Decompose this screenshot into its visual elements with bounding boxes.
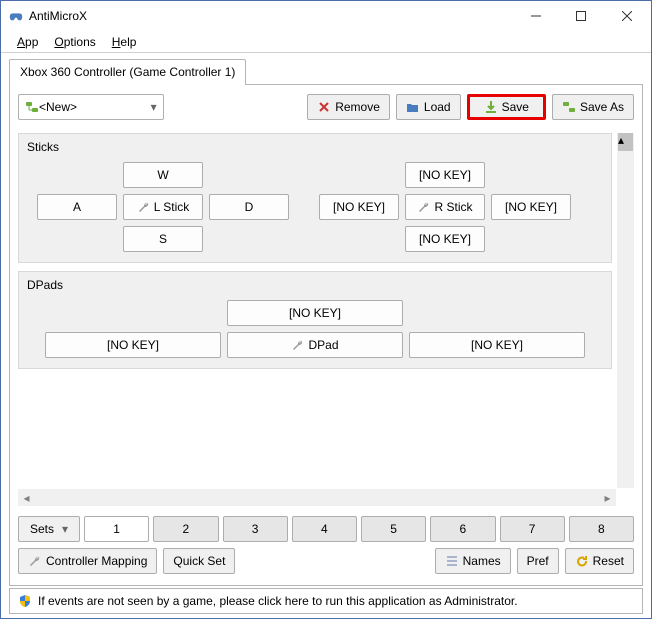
- tab-controller[interactable]: Xbox 360 Controller (Game Controller 1): [9, 59, 246, 85]
- save-icon: [484, 100, 498, 114]
- control-row: Controller Mapping Quick Set Names Pref …: [18, 548, 634, 574]
- minimize-button[interactable]: [513, 1, 558, 31]
- content-area: Xbox 360 Controller (Game Controller 1) …: [1, 53, 651, 618]
- vertical-scrollbar[interactable]: ▴: [617, 133, 634, 488]
- profile-icon: [25, 100, 39, 114]
- chevron-down-icon: ▾: [62, 522, 68, 536]
- right-stick: [NO KEY] [NO KEY] R Stick [NO KEY] [NO K…: [319, 162, 571, 252]
- set-4[interactable]: 4: [292, 516, 357, 542]
- set-3[interactable]: 3: [223, 516, 288, 542]
- remove-icon: [317, 100, 331, 114]
- dpads-title: DPads: [27, 278, 603, 292]
- menu-options[interactable]: Options: [46, 33, 103, 51]
- remove-button[interactable]: Remove: [307, 94, 390, 120]
- set-2[interactable]: 2: [153, 516, 218, 542]
- status-bar[interactable]: If events are not seen by a game, please…: [9, 588, 643, 614]
- chevron-down-icon: ▾: [151, 100, 157, 114]
- reset-icon: [575, 554, 589, 568]
- bottom-controls: Sets▾ 1 2 3 4 5 6 7 8 Controller Mapping…: [18, 506, 634, 580]
- tab-body: <New> ▾ Remove Load Save Save As Sticks: [9, 84, 643, 586]
- wrench-icon: [137, 200, 151, 214]
- dpad-right[interactable]: [NO KEY]: [409, 332, 585, 358]
- profile-selected: <New>: [39, 100, 151, 114]
- profile-row: <New> ▾ Remove Load Save Save As: [18, 92, 634, 122]
- sets-row: Sets▾ 1 2 3 4 5 6 7 8: [18, 516, 634, 542]
- load-button[interactable]: Load: [396, 94, 461, 120]
- maximize-button[interactable]: [558, 1, 603, 31]
- status-text: If events are not seen by a game, please…: [38, 594, 518, 608]
- left-stick: W A L Stick D S: [27, 162, 289, 252]
- scrollbar-thumb-icon: ▴: [618, 133, 633, 151]
- dpad-left[interactable]: [NO KEY]: [45, 332, 221, 358]
- menu-app[interactable]: App: [9, 33, 46, 51]
- wrench-icon: [28, 554, 42, 568]
- tabbar: Xbox 360 Controller (Game Controller 1): [9, 59, 643, 85]
- folder-open-icon: [406, 100, 420, 114]
- sticks-group: Sticks W A L Stick D S: [18, 133, 612, 263]
- lstick-left[interactable]: A: [37, 194, 117, 220]
- mapping-scrollpane: Sticks W A L Stick D S: [18, 133, 634, 506]
- window-controls: [513, 1, 651, 31]
- save-as-button[interactable]: Save As: [552, 94, 634, 120]
- set-7[interactable]: 7: [500, 516, 565, 542]
- scroll-right-icon: ▸: [599, 489, 616, 506]
- window-title: AntiMicroX: [29, 9, 513, 23]
- rstick-right[interactable]: [NO KEY]: [491, 194, 571, 220]
- wrench-icon: [291, 338, 305, 352]
- app-icon: [9, 9, 23, 23]
- rstick-center[interactable]: R Stick: [405, 194, 485, 220]
- dpad-up[interactable]: [NO KEY]: [227, 300, 403, 326]
- shield-icon: [18, 594, 32, 608]
- set-5[interactable]: 5: [361, 516, 426, 542]
- save-as-icon: [562, 100, 576, 114]
- horizontal-scrollbar[interactable]: ◂ ▸: [18, 489, 616, 506]
- set-6[interactable]: 6: [430, 516, 495, 542]
- lstick-down[interactable]: S: [123, 226, 203, 252]
- scroll-left-icon: ◂: [18, 489, 35, 506]
- pref-button[interactable]: Pref: [517, 548, 559, 574]
- quick-set-button[interactable]: Quick Set: [163, 548, 235, 574]
- lstick-right[interactable]: D: [209, 194, 289, 220]
- lstick-up[interactable]: W: [123, 162, 203, 188]
- sticks-title: Sticks: [27, 140, 603, 154]
- save-button[interactable]: Save: [467, 94, 546, 120]
- wrench-icon: [417, 200, 431, 214]
- close-button[interactable]: [603, 1, 651, 31]
- controller-mapping-button[interactable]: Controller Mapping: [18, 548, 157, 574]
- titlebar: AntiMicroX: [1, 1, 651, 31]
- rstick-left[interactable]: [NO KEY]: [319, 194, 399, 220]
- set-1[interactable]: 1: [84, 516, 149, 542]
- dpads-group: DPads [NO KEY] [NO KEY] DPad [NO KEY]: [18, 271, 612, 369]
- menu-help[interactable]: Help: [104, 33, 145, 51]
- lstick-center[interactable]: L Stick: [123, 194, 203, 220]
- set-8[interactable]: 8: [569, 516, 634, 542]
- app-window: AntiMicroX App Options Help Xbox 360 Con…: [0, 0, 652, 619]
- list-icon: [445, 554, 459, 568]
- sets-dropdown[interactable]: Sets▾: [18, 516, 80, 542]
- names-button[interactable]: Names: [435, 548, 511, 574]
- mapping-area: Sticks W A L Stick D S: [18, 133, 616, 488]
- dpads-grid: [NO KEY] [NO KEY] DPad [NO KEY]: [27, 300, 603, 358]
- tab-label: Xbox 360 Controller (Game Controller 1): [20, 65, 235, 79]
- menubar: App Options Help: [1, 31, 651, 53]
- rstick-up[interactable]: [NO KEY]: [405, 162, 485, 188]
- profile-combo[interactable]: <New> ▾: [18, 94, 164, 120]
- reset-button[interactable]: Reset: [565, 548, 634, 574]
- dpad-center[interactable]: DPad: [227, 332, 403, 358]
- rstick-down[interactable]: [NO KEY]: [405, 226, 485, 252]
- sticks-grid: W A L Stick D S [NO KE: [27, 162, 603, 252]
